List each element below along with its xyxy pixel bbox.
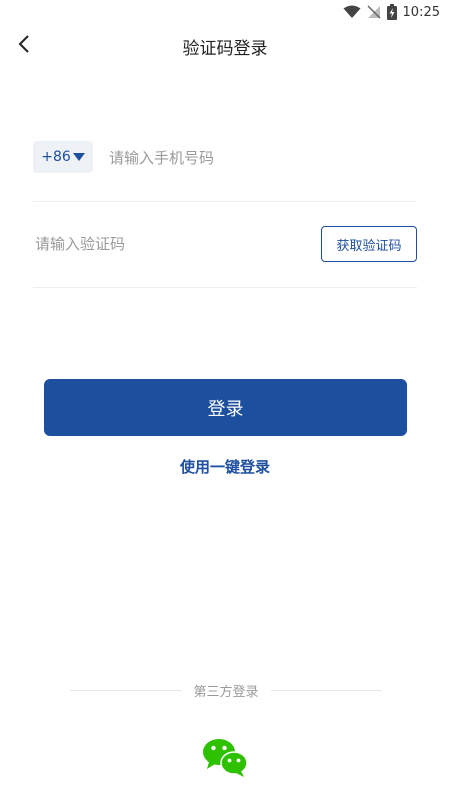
verification-code-input[interactable] xyxy=(33,231,307,257)
divider-line-left xyxy=(70,689,182,691)
get-code-button[interactable]: 获取验证码 xyxy=(321,226,417,262)
third-party-label: 第三方登录 xyxy=(193,684,259,700)
country-code-selector[interactable]: +86 xyxy=(33,141,93,173)
chevron-left-icon xyxy=(17,34,31,58)
third-party-divider: 第三方登录 xyxy=(70,680,383,700)
dropdown-triangle-icon xyxy=(72,153,85,161)
verification-code-row: 获取验证码 xyxy=(33,204,417,288)
one-click-login-link[interactable]: 使用一键登录 xyxy=(0,456,450,477)
wifi-icon xyxy=(343,5,361,19)
wechat-icon xyxy=(201,739,249,782)
no-signal-icon xyxy=(367,5,381,19)
status-bar: 10:25 xyxy=(0,0,450,24)
divider-line-right xyxy=(270,689,383,691)
phone-row: +86 xyxy=(33,118,417,202)
country-code-label: +86 xyxy=(41,149,71,165)
login-button[interactable]: 登录 xyxy=(44,379,407,436)
wechat-login-button[interactable] xyxy=(201,736,249,778)
battery-charging-icon xyxy=(386,4,397,20)
nav-bar: 验证码登录 xyxy=(0,24,450,68)
phone-number-input[interactable] xyxy=(107,145,411,171)
page-title: 验证码登录 xyxy=(182,38,268,59)
back-button[interactable] xyxy=(10,32,38,60)
status-time: 10:25 xyxy=(402,4,440,20)
